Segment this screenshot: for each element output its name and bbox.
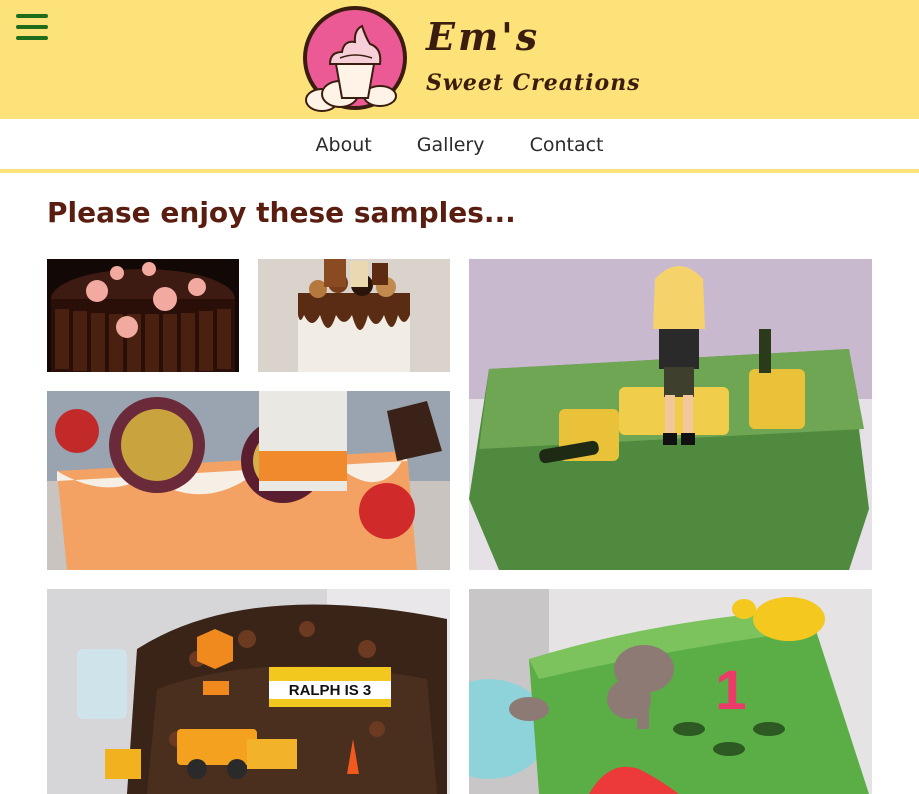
sign-text: RALPH IS 3 bbox=[289, 682, 372, 699]
gallery-image-pigs-cake[interactable] bbox=[47, 259, 239, 372]
hamburger-icon[interactable] bbox=[16, 14, 48, 42]
site-logo[interactable]: Em's Sweet Creations bbox=[300, 2, 640, 116]
cupcake-logo-icon bbox=[303, 6, 407, 112]
gallery-image-construction-cake[interactable]: RALPH IS 3 bbox=[47, 589, 450, 794]
gallery-image-field-cake[interactable] bbox=[469, 259, 872, 570]
main-nav: About Gallery Contact bbox=[0, 119, 919, 173]
nav-contact[interactable]: Contact bbox=[530, 119, 604, 171]
gallery-image-jungle-cake[interactable]: 1 bbox=[469, 589, 872, 794]
site-header: Em's Sweet Creations bbox=[0, 0, 919, 119]
gallery-image-drip-cake[interactable] bbox=[258, 259, 450, 372]
gallery-image-martini-cake[interactable] bbox=[47, 391, 450, 570]
nav-gallery[interactable]: Gallery bbox=[417, 119, 485, 171]
nav-about[interactable]: About bbox=[316, 119, 372, 171]
page-title: Please enjoy these samples... bbox=[47, 196, 516, 229]
number-one-decoration: 1 bbox=[715, 658, 746, 721]
brand-name: Em's bbox=[426, 14, 541, 59]
brand-tagline: Sweet Creations bbox=[426, 70, 641, 96]
